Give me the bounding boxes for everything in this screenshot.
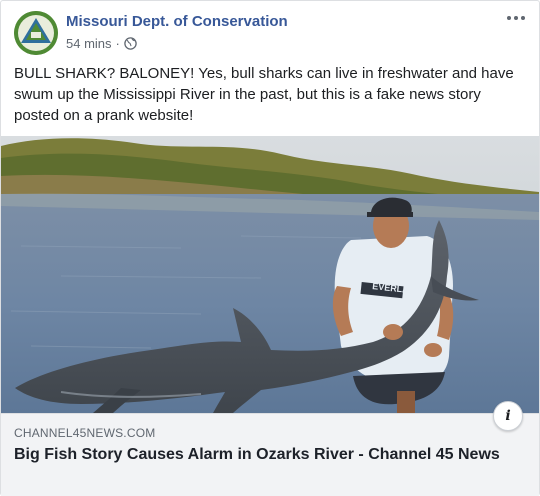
post-photo[interactable]: EVERLAST [1,136,539,413]
more-options-button[interactable] [503,7,529,29]
post-timestamp[interactable]: 54 mins [66,36,112,51]
page-avatar[interactable] [14,11,58,55]
info-icon[interactable]: i [493,401,523,431]
post-message: BULL SHARK? BALONEY! Yes, bull sharks ca… [14,65,514,124]
mdc-logo-icon [14,11,58,55]
post-meta: 54 mins · [66,36,137,51]
man-with-shark-photo: EVERLAST [1,136,539,413]
globe-icon[interactable] [124,37,137,50]
page-name-link[interactable]: Missouri Dept. of Conservation [66,13,288,30]
post-header: Missouri Dept. of Conservation 54 mins · [1,1,539,61]
link-preview-card[interactable]: CHANNEL45NEWS.COM Big Fish Story Causes … [1,413,539,496]
link-title[interactable]: Big Fish Story Causes Alarm in Ozarks Ri… [14,444,504,465]
link-domain: CHANNEL45NEWS.COM [14,426,156,440]
meta-separator: · [115,36,120,51]
facebook-post: Missouri Dept. of Conservation 54 mins ·… [0,0,540,496]
more-options-icon [507,16,511,20]
